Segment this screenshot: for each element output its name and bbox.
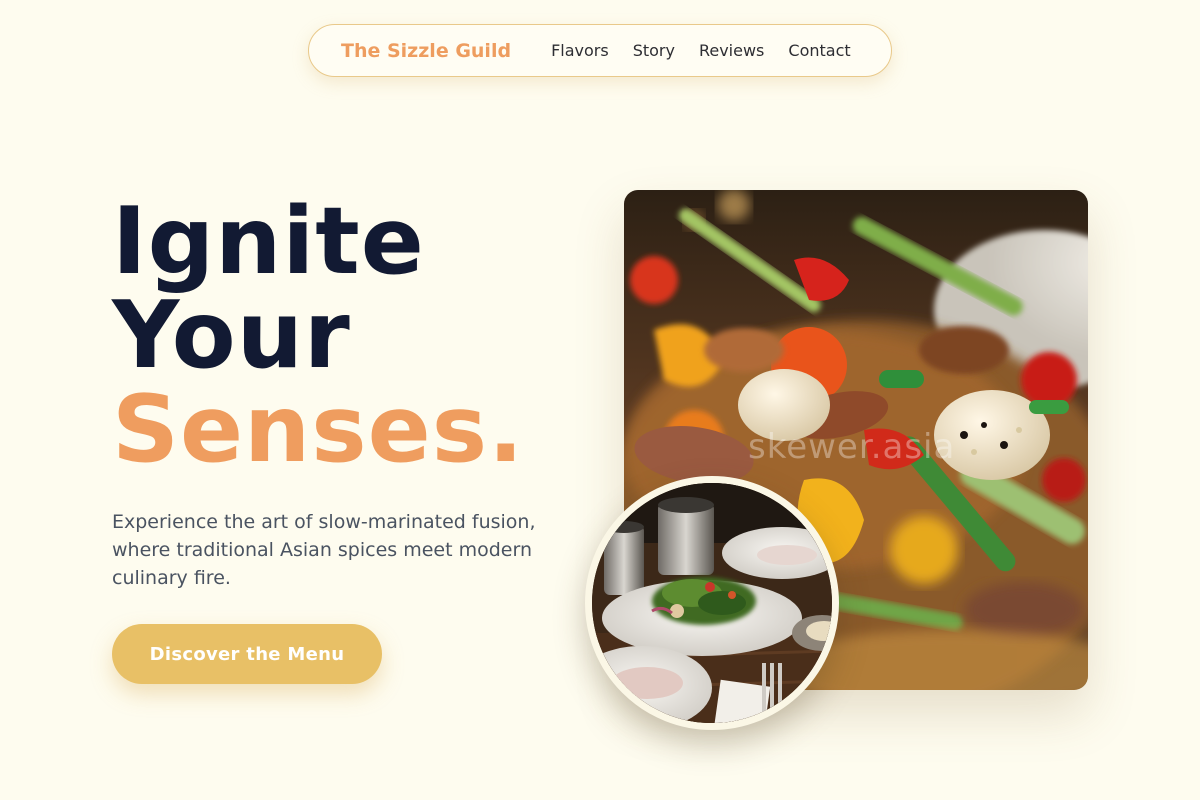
headline-line-senses: Senses.	[112, 375, 525, 483]
nav-link-flavors[interactable]: Flavors	[551, 41, 609, 60]
landing-page: The Sizzle Guild Flavors Story Reviews C…	[0, 0, 1200, 800]
headline-line-your: Your	[112, 281, 351, 389]
nav-link-contact[interactable]: Contact	[788, 41, 850, 60]
brand-logo-link[interactable]: The Sizzle Guild	[341, 40, 511, 62]
headline-line-ignite: Ignite	[112, 187, 425, 295]
hero-secondary-photo	[585, 476, 839, 730]
discover-menu-button[interactable]: Discover the Menu	[112, 624, 382, 684]
hero-headline: Ignite Your Senses.	[112, 194, 524, 476]
nav-link-reviews[interactable]: Reviews	[699, 41, 764, 60]
hero-subtext: Experience the art of slow-marinated fus…	[112, 511, 536, 589]
nav-links: Flavors Story Reviews Contact	[551, 41, 851, 60]
top-navigation: The Sizzle Guild Flavors Story Reviews C…	[308, 24, 892, 77]
nav-link-story[interactable]: Story	[633, 41, 675, 60]
